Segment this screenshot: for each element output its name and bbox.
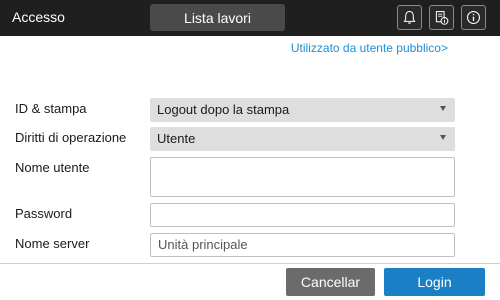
server-name-field[interactable]: Unità principale <box>150 233 455 257</box>
device-info-icon <box>435 11 449 25</box>
server-name-label: Nome server <box>15 236 90 251</box>
bell-icon <box>403 11 416 24</box>
operation-rights-value: Utente <box>157 131 196 146</box>
chevron-down-icon <box>440 106 446 111</box>
server-name-value: Unità principale <box>158 237 248 252</box>
info-button[interactable] <box>461 5 486 30</box>
username-label: Nome utente <box>15 160 90 175</box>
operation-rights-select[interactable]: Utente <box>150 127 455 151</box>
password-field[interactable] <box>150 203 455 227</box>
chevron-down-icon <box>440 135 446 140</box>
login-button[interactable]: Login <box>384 268 485 296</box>
id-print-value: Logout dopo la stampa <box>157 102 290 117</box>
cancel-button[interactable]: Cancellar <box>286 268 375 296</box>
job-list-button[interactable]: Lista lavori <box>150 4 285 31</box>
id-print-label: ID & stampa <box>15 101 87 116</box>
username-field[interactable] <box>150 157 455 197</box>
screen-title: Accesso <box>12 9 65 25</box>
id-print-select[interactable]: Logout dopo la stampa <box>150 98 455 122</box>
operation-rights-label: Diritti di operazione <box>15 130 127 145</box>
public-user-link[interactable]: Utilizzato da utente pubblico> <box>291 41 448 55</box>
password-label: Password <box>15 206 73 221</box>
info-icon <box>466 10 481 25</box>
notification-button[interactable] <box>397 5 422 30</box>
top-bar: Accesso Lista lavori <box>0 0 500 36</box>
device-info-button[interactable] <box>429 5 454 30</box>
